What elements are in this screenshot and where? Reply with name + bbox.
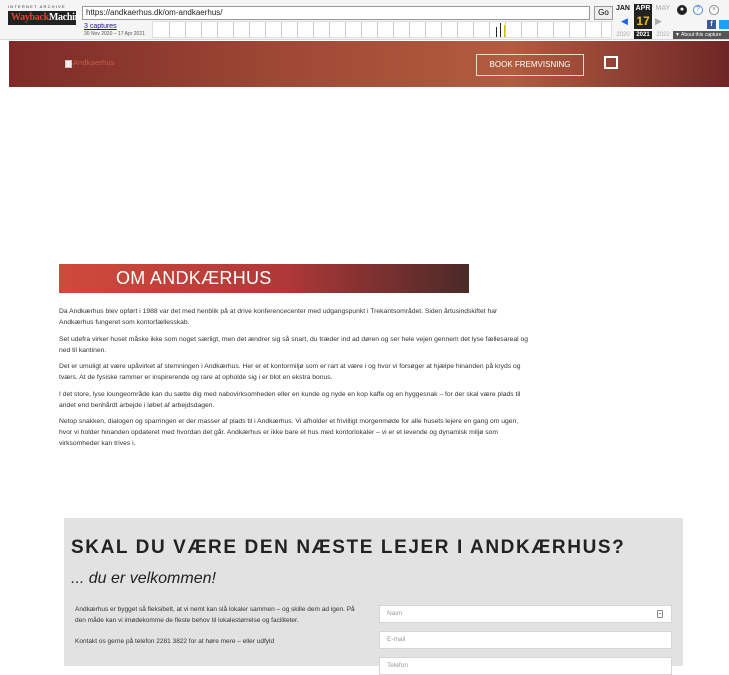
sparkline-month-tick xyxy=(329,22,330,37)
capture-date-range: 30 Nov 2020 – 17 Apr 2021 xyxy=(84,31,145,37)
sparkline-month-tick xyxy=(457,22,458,37)
captures-link[interactable]: 3 captures xyxy=(84,23,117,31)
sparkline-month-tick xyxy=(233,22,234,37)
cta-paragraph: Andkærhus er bygget så fleksibelt, at vi… xyxy=(75,606,355,624)
wayback-logo[interactable]: INTERNET ARCHIVE WaybackMachine xyxy=(8,4,84,36)
sparkline-month-tick xyxy=(169,22,170,37)
sparkline-month-tick xyxy=(585,22,586,37)
sparkline-month-tick xyxy=(345,22,346,37)
sparkline-month-tick xyxy=(553,22,554,37)
month-next: MAY xyxy=(655,5,671,12)
user-icon[interactable]: ● xyxy=(677,5,687,15)
sparkline-month-tick xyxy=(505,22,506,37)
about-paragraph: Det er umuligt at være upåvirket af stem… xyxy=(59,363,521,381)
site-header: Andkaerhus BOOK FREMVISNING xyxy=(9,41,729,87)
about-paragraph: Netop snakken, dialogen og sparringen er… xyxy=(59,418,519,447)
year-current: 2021 xyxy=(634,31,652,39)
month-prev[interactable]: JAN xyxy=(614,4,632,13)
sparkline-month-tick xyxy=(297,22,298,37)
sparkline-month-tick xyxy=(537,22,538,37)
prev-capture-arrow-icon[interactable]: ◀ xyxy=(621,15,628,27)
year-next: 2022 xyxy=(656,32,670,38)
help-icon[interactable]: ? xyxy=(693,5,703,15)
tenant-cta-section: SKAL DU VÆRE DEN NÆSTE LEJER I ANDKÆRHUS… xyxy=(64,518,683,675)
wayback-go-button[interactable]: Go xyxy=(594,6,613,20)
cta-heading: SKAL DU VÆRE DEN NÆSTE LEJER I ANDKÆRHUS… xyxy=(71,537,626,558)
twitter-icon[interactable] xyxy=(719,20,729,29)
cta-subheading: ... du er velkommen! xyxy=(71,570,216,587)
internet-archive-label: INTERNET ARCHIVE xyxy=(8,4,66,9)
sparkline-month-tick xyxy=(441,22,442,37)
name-placeholder: Navn xyxy=(387,610,403,617)
cta-paragraph: Kontakt os gerne på telefon 2281 3822 fo… xyxy=(75,638,275,645)
sparkline-month-tick xyxy=(217,22,218,37)
name-field[interactable]: Navn xyxy=(379,605,672,623)
about-title: OM ANDKÆRHUS xyxy=(59,264,469,293)
capture-day: 17 xyxy=(634,13,652,29)
sparkline-month-tick xyxy=(201,22,202,37)
menu-icon[interactable] xyxy=(604,56,618,69)
broken-image-icon xyxy=(65,60,72,68)
email-field[interactable]: E-mail xyxy=(379,631,672,649)
wayback-machine-wordmark: WaybackMachine xyxy=(8,11,84,25)
sparkline-month-tick xyxy=(265,22,266,37)
next-capture-arrow-icon: ▶ xyxy=(655,16,662,26)
about-text: Da Andkærhus blev opført i 1988 var det … xyxy=(59,306,529,455)
phone-field[interactable]: Telefon xyxy=(379,657,672,675)
year-prev[interactable]: 2020 xyxy=(614,31,632,39)
sparkline-month-tick xyxy=(473,22,474,37)
sparkline-month-tick xyxy=(521,22,522,37)
sparkline-month-tick xyxy=(409,22,410,37)
sparkline-month-tick xyxy=(569,22,570,37)
sparkline-month-tick xyxy=(393,22,394,37)
sparkline-month-tick xyxy=(489,22,490,37)
sparkline-month-tick xyxy=(377,22,378,37)
sparkline-month-tick xyxy=(249,22,250,37)
sparkline-month-tick xyxy=(601,22,602,37)
sparkline-capture-bar xyxy=(496,27,497,37)
sparkline-capture-bar xyxy=(504,25,505,37)
site-logo[interactable]: Andkaerhus xyxy=(65,59,129,69)
about-paragraph: I det store, lyse loungeområde kan du sæ… xyxy=(59,390,521,409)
about-paragraph: Set udefra virker huset måske ikke som n… xyxy=(59,335,528,354)
sparkline-month-tick xyxy=(361,22,362,37)
email-placeholder: E-mail xyxy=(387,636,406,643)
capture-sparkline[interactable] xyxy=(152,21,612,38)
month-current: APR xyxy=(634,4,652,13)
sparkline-month-tick xyxy=(281,22,282,37)
book-viewing-button[interactable]: BOOK FREMVISNING xyxy=(476,54,584,76)
close-icon[interactable]: × xyxy=(709,5,719,15)
about-paragraph: Da Andkærhus blev opført i 1988 var det … xyxy=(59,308,498,326)
logo-alt-text: Andkaerhus xyxy=(73,59,115,67)
wayback-url-input[interactable]: https://andkaerhus.dk/om-andkaerhus/ xyxy=(82,6,590,20)
sparkline-month-tick xyxy=(185,22,186,37)
sparkline-month-tick xyxy=(425,22,426,37)
wayback-toolbar: INTERNET ARCHIVE WaybackMachine https://… xyxy=(0,0,729,40)
sparkline-capture-bar xyxy=(500,23,501,37)
facebook-icon[interactable]: f xyxy=(707,20,716,29)
sparkline-month-tick xyxy=(313,22,314,37)
cta-text: Andkærhus er bygget så fleksibelt, at vi… xyxy=(75,604,355,657)
about-capture-button[interactable]: ▼ About this capture xyxy=(673,31,729,39)
contact-card-icon xyxy=(657,610,663,618)
